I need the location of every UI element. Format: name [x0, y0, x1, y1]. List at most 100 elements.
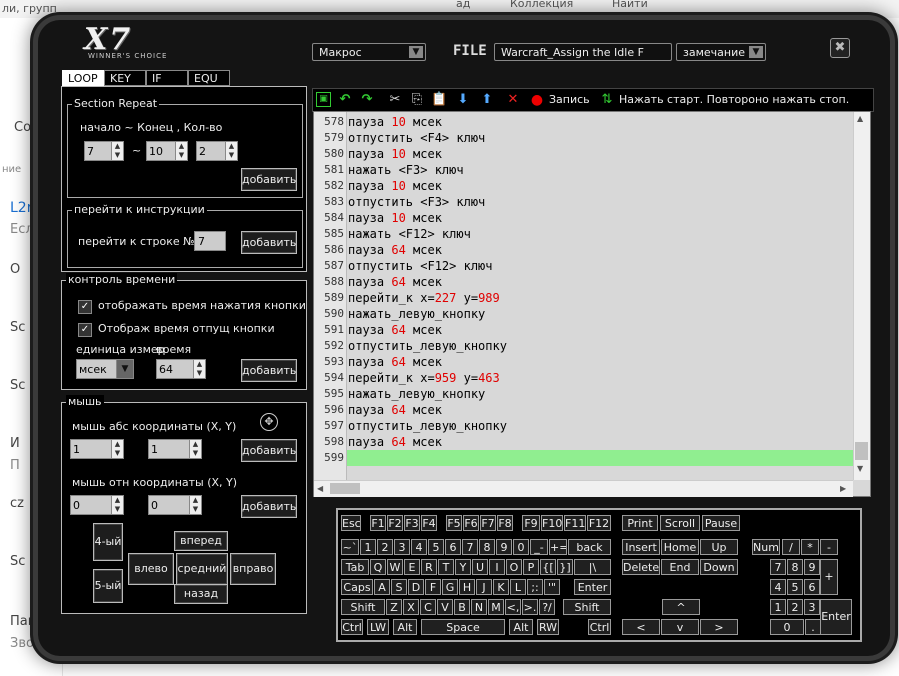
key-button[interactable]: / [782, 539, 800, 555]
copy-icon[interactable]: ⎘ [409, 92, 425, 108]
horizontal-scrollbar[interactable]: ◀ ▶ [314, 480, 853, 497]
macro-dropdown[interactable]: Макрос ▼ [312, 43, 426, 61]
key-button[interactable]: M [488, 599, 504, 615]
key-button[interactable]: }] [557, 559, 573, 575]
key-button[interactable]: 7 [462, 539, 478, 555]
key-button[interactable]: Enter [820, 599, 852, 635]
key-button[interactable]: Esc [341, 515, 361, 531]
add-rel-button[interactable]: добавить [241, 495, 297, 518]
tab-loop[interactable]: LOOP [62, 70, 104, 86]
key-button[interactable]: ^ [662, 599, 700, 615]
key-button[interactable]: W [387, 559, 403, 575]
key-button[interactable]: Ctrl [341, 619, 363, 635]
stepper-arrows-icon[interactable]: ▲ ▼ [225, 142, 237, 160]
key-button[interactable]: J [476, 579, 492, 595]
macro-script-editor[interactable]: 578 пауза 10 мсек 579 отпустить <F4> ключ 58… [313, 111, 871, 497]
time-value-stepper[interactable]: 64 ▲ ▼ [156, 359, 206, 379]
key-button[interactable]: 0 [513, 539, 529, 555]
key-button[interactable]: Alt [509, 619, 533, 635]
key-button[interactable]: 0 [770, 619, 804, 635]
script-line[interactable]: пауза 64 мсек [348, 322, 442, 338]
stepper-arrows-icon[interactable]: ▲ ▼ [111, 440, 123, 458]
key-button[interactable]: E [404, 559, 420, 575]
key-button[interactable]: v [661, 619, 699, 635]
stepper-arrows-icon[interactable]: ▲ ▼ [189, 440, 201, 458]
key-button[interactable]: '" [544, 579, 560, 595]
add-time-button[interactable]: добавить [241, 359, 297, 382]
key-button[interactable]: * [801, 539, 819, 555]
mouse-back-button[interactable]: назад [174, 584, 228, 604]
key-button[interactable]: - [820, 539, 838, 555]
key-button[interactable]: P [523, 559, 539, 575]
key-button[interactable]: 3 [394, 539, 410, 555]
mouse-forward-button[interactable]: вперед [174, 531, 228, 551]
script-line[interactable]: перейти_к x=227 y=989 [348, 290, 500, 306]
key-button[interactable]: F9 [522, 515, 540, 531]
script-line[interactable]: пауза 64 мсек [348, 242, 442, 258]
record-label[interactable]: Запись [549, 93, 590, 106]
key-button[interactable]: Pause [702, 515, 740, 531]
key-button[interactable]: Shift [341, 599, 385, 615]
vertical-scrollbar[interactable]: ▲ ▼ [853, 112, 870, 480]
key-button[interactable]: RW [537, 619, 559, 635]
key-button[interactable]: I [489, 559, 505, 575]
script-line[interactable]: отпустить <F4> ключ [348, 130, 485, 146]
script-line[interactable]: отпустить_левую_кнопку [348, 418, 507, 434]
tab-key[interactable]: KEY [104, 70, 146, 86]
rel-x-stepper[interactable]: 0 ▲ ▼ [70, 495, 124, 515]
mouse-button-5[interactable]: 5-ый [93, 569, 123, 603]
key-button[interactable]: 8 [479, 539, 495, 555]
key-button[interactable]: H [459, 579, 475, 595]
mouse-left-button[interactable]: влево [128, 553, 174, 585]
key-button[interactable]: Up [700, 539, 738, 555]
key-button[interactable]: N [471, 599, 487, 615]
stepper-arrows-icon[interactable]: ▲ ▼ [189, 496, 201, 514]
key-button[interactable]: 4 [411, 539, 427, 555]
key-button[interactable]: F6 [463, 515, 479, 531]
key-button[interactable]: 7 [770, 559, 786, 575]
key-button[interactable]: 9 [804, 559, 820, 575]
move-up-icon[interactable]: ⬆ [479, 92, 495, 108]
script-line[interactable]: нажать_левую_кнопку [348, 386, 485, 402]
stepper-arrows-icon[interactable]: ▲ ▼ [111, 496, 123, 514]
key-button[interactable]: Num [752, 539, 780, 555]
key-button[interactable]: R [421, 559, 437, 575]
tab-if[interactable]: IF [146, 70, 188, 86]
key-button[interactable]: 6 [804, 579, 820, 595]
scroll-up-icon[interactable]: ▲ [857, 114, 863, 123]
key-button[interactable]: Alt [393, 619, 417, 635]
key-button[interactable]: F1 [370, 515, 386, 531]
key-button[interactable]: Delete [622, 559, 660, 575]
key-button[interactable]: + [820, 559, 838, 595]
script-line[interactable]: отпустить <F12> ключ [348, 258, 493, 274]
key-button[interactable]: back [568, 539, 611, 555]
key-button[interactable]: <, [505, 599, 521, 615]
key-button[interactable]: F4 [421, 515, 437, 531]
script-line[interactable]: пауза 10 мсек [348, 146, 442, 162]
redo-icon[interactable]: ↷ [359, 92, 375, 108]
key-button[interactable]: |\ [574, 559, 611, 575]
start-stop-icon[interactable]: ⇅ [599, 92, 615, 108]
rel-y-stepper[interactable]: 0 ▲ ▼ [148, 495, 202, 515]
key-button[interactable]: 2 [377, 539, 393, 555]
undo-icon[interactable]: ↶ [337, 92, 353, 108]
key-button[interactable]: 2 [787, 599, 803, 615]
stepper-arrows-icon[interactable]: ▲ ▼ [111, 142, 123, 160]
script-line[interactable]: пауза 10 мсек [348, 114, 442, 130]
key-button[interactable]: Y [455, 559, 471, 575]
file-name-field[interactable]: Warcraft_Assign the Idle F [494, 43, 672, 61]
script-line[interactable]: пауза 64 мсек [348, 274, 442, 290]
key-button[interactable]: F10 [541, 515, 563, 531]
abs-y-stepper[interactable]: 1 ▲ ▼ [148, 439, 202, 459]
key-button[interactable]: ;: [527, 579, 543, 595]
key-button[interactable]: 6 [445, 539, 461, 555]
move-down-icon[interactable]: ⬇ [455, 92, 471, 108]
count-stepper[interactable]: 2 ▲ ▼ [196, 141, 238, 161]
key-button[interactable]: Q [370, 559, 386, 575]
key-button[interactable]: G [442, 579, 458, 595]
key-button[interactable]: Insert [622, 539, 660, 555]
tab-equ[interactable]: EQU [188, 70, 230, 86]
key-button[interactable]: 3 [804, 599, 820, 615]
key-button[interactable]: 9 [496, 539, 512, 555]
abs-x-stepper[interactable]: 1 ▲ ▼ [70, 439, 124, 459]
